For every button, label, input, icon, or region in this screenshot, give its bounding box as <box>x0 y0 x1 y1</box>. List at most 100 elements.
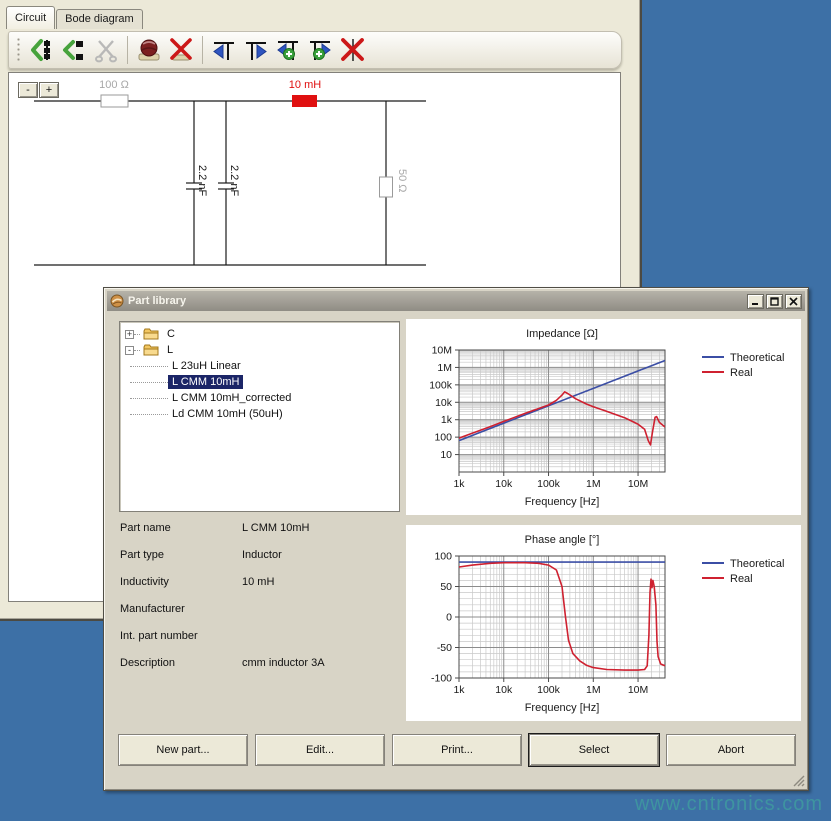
tree-item-l-cmm-10mh[interactable]: L CMM 10mH <box>122 374 397 390</box>
delete-probe-button[interactable] <box>336 34 368 66</box>
series-resistor-label: 100 Ω <box>99 79 129 91</box>
resize-grip[interactable] <box>792 774 805 787</box>
select-button[interactable]: Select <box>529 734 659 766</box>
tree-item-label[interactable]: Ld CMM 10mH (50uH) <box>168 407 287 421</box>
zoom-controls: - + <box>18 82 60 98</box>
y-tick-label: 10 <box>440 449 452 461</box>
toolbar-separator <box>127 36 128 64</box>
probe-add-right-button[interactable] <box>304 34 336 66</box>
tab-bode-diagram[interactable]: Bode diagram <box>56 9 143 29</box>
load-resistor-label: 50 Ω <box>396 169 408 193</box>
close-button[interactable] <box>785 294 802 309</box>
y-tick-label: 1M <box>437 362 452 374</box>
toolbar-grip-handle[interactable] <box>17 37 20 63</box>
detail-row: Int. part number <box>120 630 420 657</box>
chart-svg: 100500-50-1001k10k100k1M10MPhase angle [… <box>406 525 801 721</box>
zoom-in-button[interactable]: + <box>39 82 59 98</box>
tree-item-label[interactable]: L <box>163 343 177 357</box>
tree-item-label[interactable]: L CMM 10mH_corrected <box>168 391 295 405</box>
tree-item-label[interactable]: L 23uH Linear <box>168 359 245 373</box>
capacitor-1[interactable]: 2.2 nF <box>186 165 208 196</box>
new-part-button[interactable]: New part... <box>118 734 248 766</box>
dialog-titlebar[interactable]: Part library <box>107 291 805 311</box>
probe-add-right-icon <box>307 37 333 63</box>
part-library-icon <box>110 294 124 308</box>
tree-item-l-cmm-10mh-corrected[interactable]: L CMM 10mH_corrected <box>122 390 397 406</box>
y-tick-label: 100k <box>429 379 453 391</box>
detail-row: Part nameL CMM 10mH <box>120 522 420 549</box>
probe-add-left-button[interactable] <box>272 34 304 66</box>
print-button[interactable]: Print... <box>392 734 522 766</box>
tree-expander-icon[interactable]: - <box>125 346 134 355</box>
chart-svg: 10M1M100k10k1k100101k10k100k1M10MImpedan… <box>406 319 801 515</box>
detail-value <box>242 630 420 657</box>
x-tick-label: 10k <box>495 684 513 696</box>
zoom-out-button[interactable]: - <box>18 82 38 98</box>
detail-value <box>242 603 420 630</box>
y-tick-label: 10k <box>435 397 453 409</box>
legend-label: Theoretical <box>730 352 784 364</box>
insert-parallel-part-button[interactable] <box>58 34 90 66</box>
watermark: www.cntronics.com <box>635 793 823 816</box>
tree-item-label[interactable]: C <box>163 327 179 341</box>
delete-part-button[interactable] <box>165 34 197 66</box>
toolbar-separator <box>202 36 203 64</box>
detail-label: Int. part number <box>120 630 242 657</box>
toolbar <box>8 31 622 69</box>
x-axis-label: Frequency [Hz] <box>525 496 600 508</box>
tree-connector <box>130 414 168 415</box>
insert-part-before-button[interactable] <box>26 34 58 66</box>
tree-connector <box>130 382 168 383</box>
ferrite-bead-icon <box>136 37 162 63</box>
probe-right-icon <box>243 37 269 63</box>
x-tick-label: 1M <box>586 478 601 490</box>
ferrite-bead-button[interactable] <box>133 34 165 66</box>
legend-label: Real <box>730 573 753 585</box>
probe-add-left-icon <box>275 37 301 63</box>
probe-move-left-button[interactable] <box>208 34 240 66</box>
detail-row: Manufacturer <box>120 603 420 630</box>
folder-icon <box>143 344 159 356</box>
detail-value: cmm inductor 3A <box>242 657 420 684</box>
minimize-button[interactable] <box>747 294 764 309</box>
x-tick-label: 10k <box>495 478 513 490</box>
part-details: Part nameL CMM 10mHPart typeInductorIndu… <box>120 522 420 684</box>
detail-row: Part typeInductor <box>120 549 420 576</box>
detail-label: Part name <box>120 522 242 549</box>
detail-label: Description <box>120 657 242 684</box>
y-tick-label: -50 <box>437 642 452 654</box>
tree-connector <box>134 334 140 335</box>
maximize-button[interactable] <box>766 294 783 309</box>
tree-item-ld-cmm-10mh-50uh[interactable]: Ld CMM 10mH (50uH) <box>122 406 397 422</box>
tree-folder-l[interactable]: -L <box>122 342 397 358</box>
capacitor-2-label: 2.2 nF <box>228 165 240 196</box>
x-axis-label: Frequency [Hz] <box>525 702 600 714</box>
chart-title: Phase angle [°] <box>525 534 600 546</box>
detail-row: Inductivity10 mH <box>120 576 420 603</box>
tree-item-label[interactable]: L CMM 10mH <box>168 375 243 389</box>
x-tick-label: 1M <box>586 684 601 696</box>
load-resistor[interactable]: 50 Ω <box>380 169 409 197</box>
x-tick-label: 100k <box>537 478 561 490</box>
tab-bar: Circuit Bode diagram <box>6 6 143 29</box>
capacitor-2[interactable]: 2.2 nF <box>218 165 240 196</box>
probe-move-right-button[interactable] <box>240 34 272 66</box>
tree-connector <box>130 398 168 399</box>
abort-button[interactable]: Abort <box>666 734 796 766</box>
edit-button[interactable]: Edit... <box>255 734 385 766</box>
legend-label: Real <box>730 367 753 379</box>
common-mode-inductor[interactable]: 10 mH <box>289 79 321 107</box>
tree-item-l-23uh-linear[interactable]: L 23uH Linear <box>122 358 397 374</box>
tab-circuit[interactable]: Circuit <box>6 6 55 29</box>
probe-left-icon <box>211 37 237 63</box>
part-tree: +C-LL 23uH LinearL CMM 10mHL CMM 10mH_co… <box>119 321 400 512</box>
detail-value: Inductor <box>242 549 420 576</box>
series-resistor[interactable]: 100 Ω <box>99 79 129 107</box>
dialog-title: Part library <box>128 295 745 307</box>
tree-folder-c[interactable]: +C <box>122 326 397 342</box>
legend-label: Theoretical <box>730 558 784 570</box>
capacitor-1-label: 2.2 nF <box>196 165 208 196</box>
tree-expander-icon[interactable]: + <box>125 330 134 339</box>
y-tick-label: -100 <box>431 673 452 685</box>
part-library-dialog: Part library +C-LL 23uH LinearL CMM 10mH… <box>103 287 809 791</box>
